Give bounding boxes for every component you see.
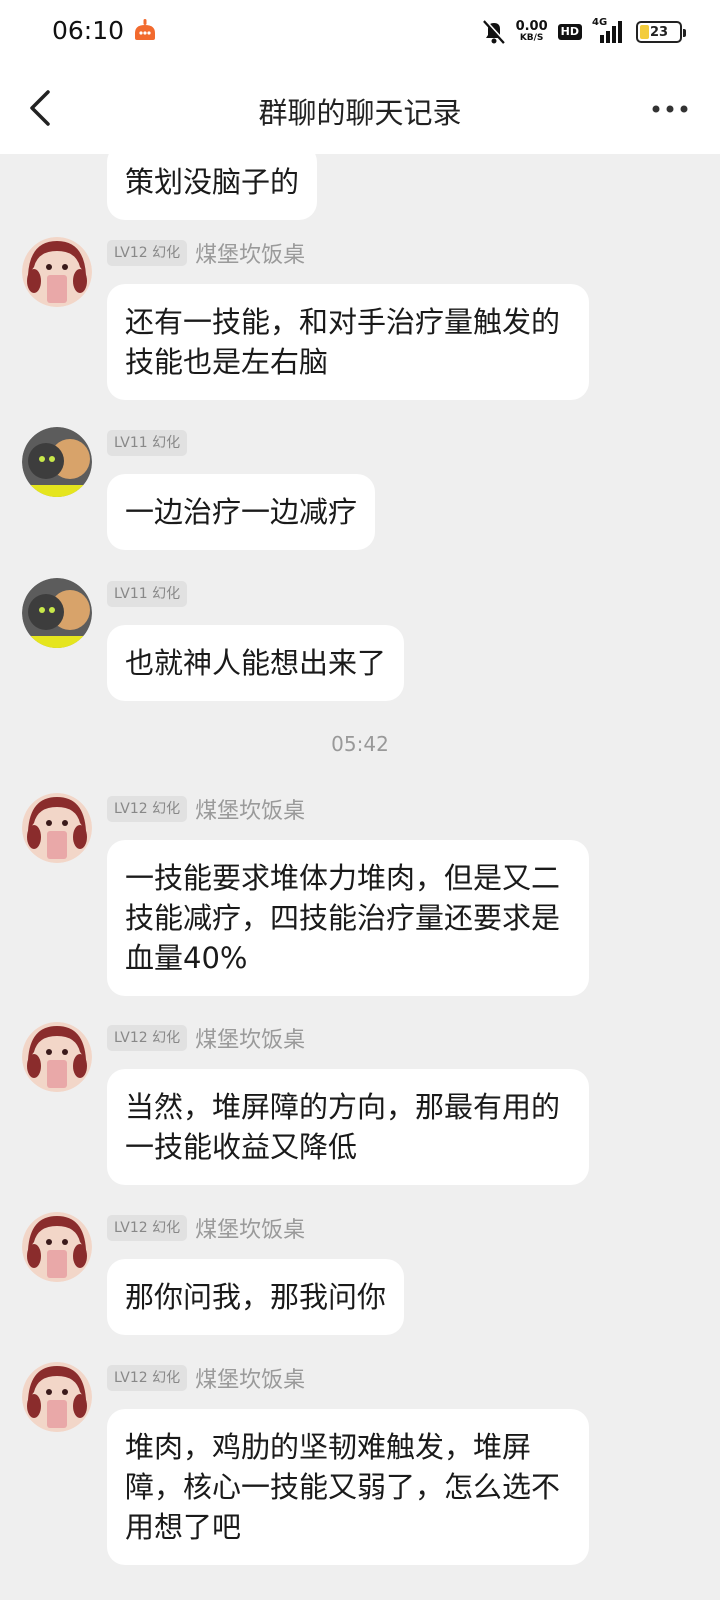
level-badge: LV12 幻化 (107, 1025, 188, 1051)
status-time: 06:10 (52, 16, 125, 45)
level-badge: LV11 幻化 (107, 430, 188, 456)
signal-indicator: 4G (592, 17, 626, 45)
level-badge: LV11 幻化 (107, 581, 188, 607)
message-meta: LV12 幻化 煤堡坎饭桌 (107, 1362, 305, 1394)
battery-level: 23 (649, 24, 669, 40)
sender-name[interactable]: 煤堡坎饭桌 (195, 1212, 305, 1244)
chat-history[interactable]: 策划没脑子的 LV12 幻化 煤堡坎饭桌 还有一技能，和对手治疗量触发的技能也是… (0, 154, 720, 1600)
message-timestamp: 05:42 (331, 732, 389, 756)
avatar[interactable] (22, 1212, 92, 1282)
level-badge: LV12 幻化 (107, 1215, 188, 1241)
sender-name[interactable]: 煤堡坎饭桌 (195, 237, 305, 269)
level-badge: LV12 幻化 (107, 796, 188, 822)
level-badge: LV12 幻化 (107, 1365, 188, 1391)
level-badge: LV12 幻化 (107, 240, 188, 266)
message-bubble[interactable]: 策划没脑子的 (107, 154, 318, 220)
sender-name[interactable]: 煤堡坎饭桌 (195, 1022, 305, 1054)
more-button[interactable] (646, 94, 694, 124)
page-title: 群聊的聊天记录 (258, 96, 462, 130)
avatar[interactable] (22, 1022, 92, 1092)
battery-fill (640, 25, 649, 39)
avatar[interactable] (22, 237, 92, 307)
avatar[interactable] (22, 427, 92, 497)
message-bubble[interactable]: 一技能要求堆体力堆肉，但是又二技能减疗，四技能治疗量还要求是血量40% (107, 840, 589, 996)
message-meta: LV12 幻化 煤堡坎饭桌 (107, 1212, 305, 1244)
message-meta: LV12 幻化 煤堡坎饭桌 (107, 237, 305, 269)
message-bubble[interactable]: 还有一技能，和对手治疗量触发的技能也是左右脑 (107, 284, 589, 400)
mute-bell-icon (482, 19, 506, 44)
message-meta: LV12 幻化 煤堡坎饭桌 (107, 1022, 305, 1054)
message-bubble[interactable]: 堆肉，鸡肋的坚韧难触发，堆屏障，核心一技能又弱了，怎么选不用想了吧 (107, 1409, 589, 1565)
message-bubble[interactable]: 一边治疗一边减疗 (107, 474, 376, 550)
net-speed-value: 0.00 (515, 19, 548, 34)
network-type: 4G (592, 17, 608, 28)
message-bubble[interactable]: 也就神人能想出来了 (107, 625, 405, 701)
message-meta: LV11 幻化 (107, 580, 188, 608)
message-meta: LV11 幻化 (107, 429, 188, 457)
sender-name[interactable]: 煤堡坎饭桌 (195, 793, 305, 825)
avatar[interactable] (22, 578, 92, 648)
hd-badge: HD (557, 24, 582, 40)
message-meta: LV12 幻化 煤堡坎饭桌 (107, 793, 305, 825)
avatar[interactable] (22, 793, 92, 863)
battery-icon: 23 (636, 21, 686, 43)
more-dots-icon (652, 105, 688, 113)
status-bar: 06:10 0.00 KB/S HD 4G 23 (0, 0, 720, 64)
net-speed-unit: KB/S (519, 33, 544, 43)
app-notification-icon (135, 19, 155, 40)
avatar[interactable] (22, 1362, 92, 1432)
message-bubble[interactable]: 当然，堆屏障的方向，那最有用的一技能收益又降低 (107, 1069, 589, 1185)
message-bubble[interactable]: 那你问我，那我问你 (107, 1259, 405, 1335)
sender-name[interactable]: 煤堡坎饭桌 (195, 1362, 305, 1394)
nav-bar: 群聊的聊天记录 (0, 64, 720, 154)
network-speed: 0.00 KB/S (515, 19, 548, 43)
status-icons: 0.00 KB/S HD 4G 23 (482, 16, 686, 48)
